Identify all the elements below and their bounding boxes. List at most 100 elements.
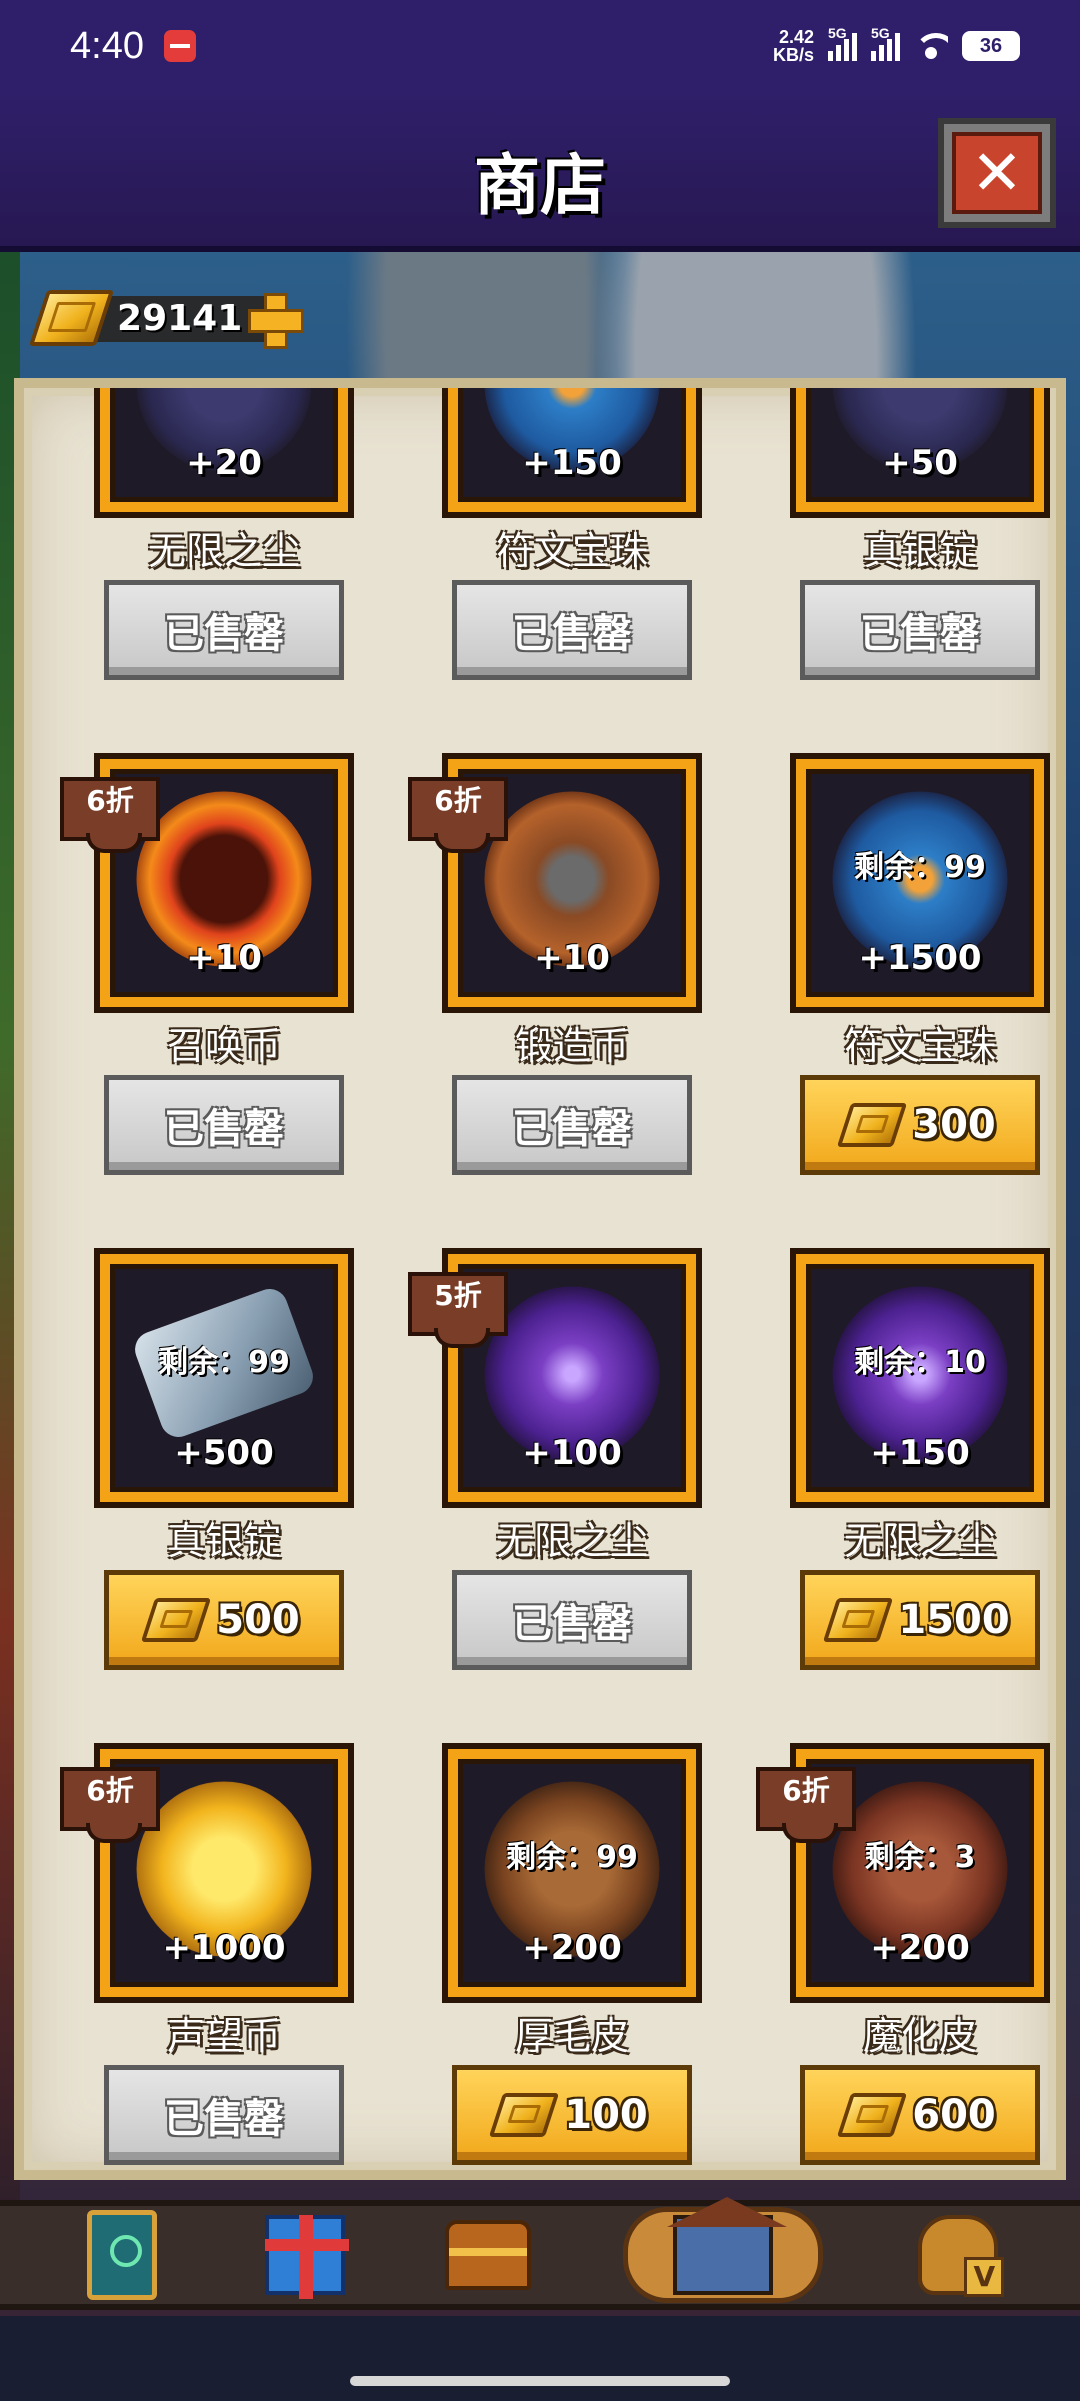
- card-icon: [86, 2210, 157, 2300]
- discount-badge: 6折: [60, 777, 160, 853]
- shop-item[interactable]: 6折 +1000 声望币 已售罄: [60, 1743, 354, 2165]
- item-quantity: +1000: [162, 1928, 286, 1968]
- discount-badge: 6折: [756, 1767, 856, 1843]
- battery-icon: 36: [962, 31, 1020, 61]
- item-name: 锻造币: [514, 1024, 629, 1068]
- sold-out-button[interactable]: 已售罄: [452, 1075, 692, 1175]
- item-name: 声望币: [166, 2014, 281, 2058]
- price-label: 600: [912, 2092, 996, 2138]
- shop-header: 商店 ✕: [0, 92, 1080, 252]
- close-button[interactable]: ✕: [938, 118, 1056, 228]
- shop-item[interactable]: +150 符文宝珠 已售罄: [408, 388, 702, 680]
- item-quantity: +150: [522, 443, 622, 483]
- item-name: 无限之尘: [147, 529, 300, 573]
- status-time: 4:40: [70, 24, 144, 67]
- item-name: 符文宝珠: [843, 1024, 996, 1068]
- status-right: 2.42 KB/s 5G 5G 36: [773, 25, 1020, 64]
- item-quantity: +200: [870, 1928, 970, 1968]
- item-icon-frame: +150: [442, 388, 702, 518]
- price-label: 500: [216, 1597, 300, 1643]
- shop-item[interactable]: 6折 +10 锻造币 已售罄: [408, 753, 702, 1175]
- gold-bar-icon: [141, 1598, 212, 1642]
- home-indicator[interactable]: [350, 2376, 730, 2386]
- buy-button[interactable]: 100: [452, 2065, 692, 2165]
- item-icon-frame: 剩余：99 +200: [442, 1743, 702, 2003]
- item-name: 召唤币: [166, 1024, 281, 1068]
- discount-badge: 5折: [408, 1272, 508, 1348]
- shop-item[interactable]: 剩余：99 +500 真银锭 500: [60, 1248, 354, 1670]
- sold-out-button[interactable]: 已售罄: [800, 580, 1040, 680]
- item-remaining: 剩余：99: [158, 1345, 290, 1380]
- sold-out-button[interactable]: 已售罄: [452, 1570, 692, 1670]
- item-name: 无限之尘: [843, 1519, 996, 1563]
- sold-out-button[interactable]: 已售罄: [104, 2065, 344, 2165]
- gold-bar-icon: [837, 2093, 908, 2137]
- price-label: 1500: [898, 1597, 1010, 1643]
- treasure-chest-icon: [444, 2220, 531, 2290]
- nav-gifts[interactable]: [257, 2207, 353, 2303]
- add-gold-button[interactable]: [246, 291, 304, 349]
- item-quantity: +500: [174, 1433, 274, 1473]
- item-quantity: +100: [522, 1433, 622, 1473]
- shop-item[interactable]: +50 真银锭 已售罄: [756, 388, 1050, 680]
- network-speed-value: 2.42: [778, 27, 814, 47]
- shop-item[interactable]: 剩余：99 +1500 符文宝珠 300: [756, 753, 1050, 1175]
- network-speed: 2.42 KB/s: [773, 28, 814, 64]
- network-speed-unit: KB/s: [772, 45, 814, 65]
- discount-badge: 6折: [60, 1767, 160, 1843]
- shop-icon: [667, 2197, 788, 2295]
- gift-box-icon: [264, 2215, 349, 2299]
- item-quantity: +10: [186, 938, 262, 978]
- item-remaining: 剩余：3: [864, 1840, 976, 1875]
- item-icon-frame: +20: [94, 388, 354, 518]
- discount-badge: 6折: [408, 777, 508, 853]
- item-name: 真银锭: [862, 529, 977, 573]
- item-name: 符文宝珠: [495, 529, 648, 573]
- price-label: 100: [564, 2092, 648, 2138]
- item-icon-frame: +50: [790, 388, 1050, 518]
- item-quantity: +150: [870, 1433, 970, 1473]
- item-remaining: 剩余：99: [506, 1840, 638, 1875]
- item-remaining: 剩余：10: [854, 1345, 986, 1380]
- gold-amount: 29141: [117, 297, 243, 339]
- shop-panel[interactable]: +20 无限之尘 已售罄 +150 符文宝珠 已售罄 +50 真银锭 已售罄 6…: [14, 378, 1066, 2180]
- item-icon-frame: 剩余：99 +1500: [790, 753, 1050, 1013]
- gold-currency: 29141: [28, 278, 304, 358]
- nav-shop[interactable]: [623, 2197, 824, 2303]
- item-quantity: +200: [522, 1928, 622, 1968]
- gold-bar-icon: [28, 290, 115, 346]
- nav-cards[interactable]: [74, 2207, 170, 2303]
- wifi-icon: [914, 33, 948, 59]
- shop-item[interactable]: 5折 +100 无限之尘 已售罄: [408, 1248, 702, 1670]
- nav-chest[interactable]: [440, 2207, 536, 2303]
- money-bag-icon: V: [918, 2215, 1005, 2297]
- bottom-nav: V: [0, 2197, 1080, 2310]
- buy-button[interactable]: 500: [104, 1570, 344, 1670]
- item-quantity: +1500: [858, 938, 982, 978]
- shop-item[interactable]: 6折 +10 召唤币 已售罄: [60, 753, 354, 1175]
- sold-out-button[interactable]: 已售罄: [104, 1075, 344, 1175]
- shop-item[interactable]: 剩余：99 +200 厚毛皮 100: [408, 1743, 702, 2165]
- buy-button[interactable]: 1500: [800, 1570, 1040, 1670]
- item-name: 无限之尘: [495, 1519, 648, 1563]
- item-quantity: +20: [186, 443, 262, 483]
- shop-item[interactable]: 剩余：10 +150 无限之尘 1500: [756, 1248, 1050, 1670]
- buy-button[interactable]: 300: [800, 1075, 1040, 1175]
- sold-out-button[interactable]: 已售罄: [104, 580, 344, 680]
- nav-vip-bag[interactable]: V: [910, 2207, 1006, 2303]
- item-name: 厚毛皮: [514, 2014, 629, 2058]
- price-label: 300: [912, 1102, 996, 1148]
- gold-bar-icon: [823, 1598, 894, 1642]
- item-remaining: 剩余：99: [854, 850, 986, 885]
- buy-button[interactable]: 600: [800, 2065, 1040, 2165]
- page-title: 商店: [474, 147, 606, 224]
- notification-app-icon: [163, 30, 196, 62]
- shop-item[interactable]: 6折 剩余：3 +200 魔化皮 600: [756, 1743, 1050, 2165]
- sold-out-button[interactable]: 已售罄: [452, 580, 692, 680]
- item-icon-frame: 剩余：10 +150: [790, 1248, 1050, 1508]
- item-grid: +20 无限之尘 已售罄 +150 符文宝珠 已售罄 +50 真银锭 已售罄 6…: [24, 388, 1056, 2170]
- item-quantity: +10: [534, 938, 610, 978]
- shop-item[interactable]: +20 无限之尘 已售罄: [60, 388, 354, 680]
- bottom-area: [0, 2316, 1080, 2401]
- status-bar: 4:40 2.42 KB/s 5G 5G 36: [0, 0, 1080, 92]
